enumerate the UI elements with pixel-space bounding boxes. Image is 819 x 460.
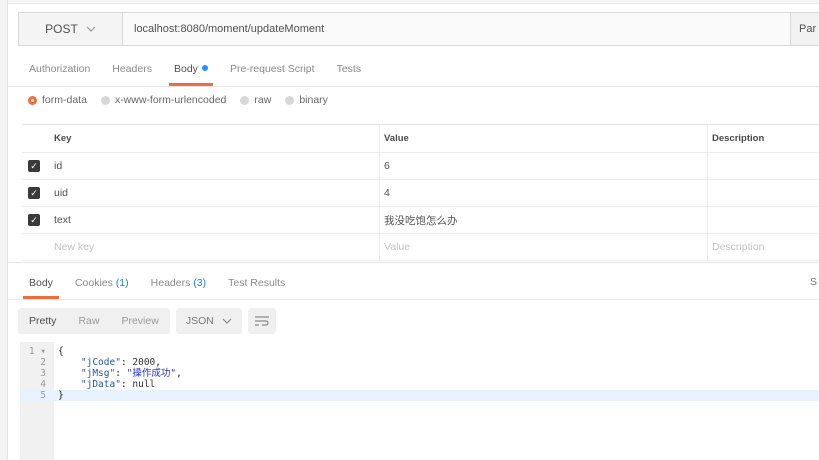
url-input[interactable]: localhost:8080/moment/updateMoment [123,13,790,45]
new-key-input[interactable]: New key [46,234,380,260]
code-line: 3 "jMsg": "操作成功", [40,368,182,379]
radio-icon [240,95,250,105]
radio-form-data[interactable]: form-data [28,94,87,106]
new-value-input[interactable]: Value [380,234,708,260]
tab-authorization[interactable]: Authorization [18,54,101,84]
tab-body[interactable]: Body [163,54,219,86]
col-value-header: Value [380,125,708,152]
wrap-lines-icon [254,316,269,326]
key-field[interactable]: uid [46,180,380,206]
radio-icon [100,95,110,105]
method-label: POST [45,22,78,36]
code-line: 4 "jData": null [40,379,156,390]
col-key-header: Key [46,125,380,152]
table-row-new: New key Value Description [22,234,819,261]
radio-raw[interactable]: raw [240,94,271,106]
request-tabs: Authorization Headers Body Pre-request S… [18,54,372,86]
form-data-table: Key Value Description ✓ id 6 ✓ uid 4 ✓ t… [22,124,819,261]
table-header: Key Value Description [22,125,819,153]
params-button[interactable]: Par [790,13,819,45]
url-text: localhost:8080/moment/updateMoment [134,23,325,35]
response-code-editor[interactable]: 1 ▾ { 2 "jCode": 2000, 3 "jMsg": "操作成功",… [20,342,819,460]
tab-tests[interactable]: Tests [326,54,373,84]
code-line-active: 5 } [20,390,819,401]
divider [8,262,819,263]
chevron-down-icon [86,24,96,34]
raw-button[interactable]: Raw [67,308,110,334]
preview-button[interactable]: Preview [110,308,169,334]
body-type-radios: form-data x-www-form-urlencoded raw bina… [28,94,328,106]
postman-window: POST localhost:8080/moment/updateMoment … [0,0,819,460]
table-row: ✓ id 6 [22,153,819,180]
table-row: ✓ text 我没吃饱怎么办 [22,207,819,234]
params-label: Par [799,23,817,35]
checkbox-checked-icon[interactable]: ✓ [28,214,40,226]
left-panel-edge [0,0,8,460]
response-toolbar: Pretty Raw Preview JSON [18,308,276,334]
checkbox-checked-icon[interactable]: ✓ [28,187,40,199]
new-description-input[interactable]: Description [708,234,819,260]
tab-headers[interactable]: Headers [101,54,163,84]
wrap-lines-button[interactable] [247,308,276,334]
divider [8,299,819,300]
chevron-down-icon [222,318,232,324]
tab-pre-request-script[interactable]: Pre-request Script [219,54,326,84]
tab-cookies[interactable]: Cookies (1) [64,270,140,296]
checkbox-checked-icon[interactable]: ✓ [28,160,40,172]
description-field[interactable] [708,153,819,179]
radio-icon [285,95,295,105]
value-field[interactable]: 我没吃饱怎么办 [380,207,708,233]
view-mode-group: Pretty Raw Preview [18,308,170,334]
description-field[interactable] [708,180,819,206]
description-field[interactable] [708,207,819,233]
divider [8,86,819,87]
code-line: 1 ▾ { [28,346,64,357]
key-field[interactable]: text [46,207,380,233]
modified-dot-icon [201,65,208,71]
value-field[interactable]: 6 [380,153,708,179]
table-row: ✓ uid 4 [22,180,819,207]
method-select[interactable]: POST [19,13,123,45]
radio-selected-icon [28,95,37,105]
radio-binary[interactable]: binary [285,94,328,106]
format-select[interactable]: JSON [175,308,242,334]
value-field[interactable]: 4 [380,180,708,206]
request-bar: POST localhost:8080/moment/updateMoment … [18,12,819,46]
response-tabs: Body Cookies (1) Headers (3) Test Result… [18,270,296,299]
pretty-button[interactable]: Pretty [18,308,67,334]
code-line: 2 "jCode": 2000, [40,357,162,368]
radio-x-www-form-urlencoded[interactable]: x-www-form-urlencoded [100,94,226,106]
tab-response-body[interactable]: Body [18,270,64,299]
tab-test-results[interactable]: Test Results [217,270,296,296]
top-strip [8,0,819,4]
col-description-header: Description [712,133,765,144]
key-field[interactable]: id [46,153,380,179]
tab-response-headers[interactable]: Headers (3) [140,270,217,296]
status-label: S [809,276,817,288]
